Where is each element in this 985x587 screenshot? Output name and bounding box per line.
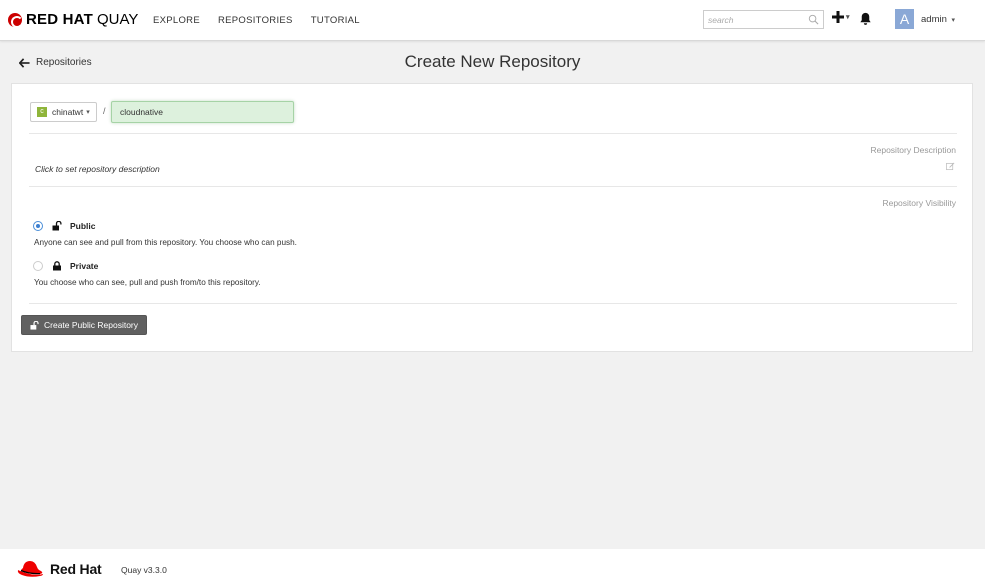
search-input[interactable] — [708, 14, 804, 26]
search-icon[interactable] — [808, 14, 819, 25]
repository-name-input[interactable] — [111, 101, 294, 123]
create-button-label: Create Public Repository — [44, 320, 139, 330]
private-option[interactable]: Private — [33, 261, 98, 271]
footer-brand: Red Hat — [50, 561, 102, 577]
notifications-bell-icon[interactable] — [858, 11, 873, 27]
namespace-label: chinatwt — [52, 107, 84, 117]
brand-logo-link[interactable]: RED HAT QUAY — [8, 11, 138, 28]
redhat-logo-icon — [8, 12, 23, 28]
public-description: Anyone can see and pull from this reposi… — [34, 238, 297, 247]
private-description: You choose who can see, pull and push fr… — [34, 278, 261, 287]
back-to-repositories-link[interactable]: Repositories — [19, 57, 92, 68]
create-repo-panel: c chinatwt ▾ / Repository Description Cl… — [11, 83, 973, 352]
public-title: Public — [70, 221, 96, 231]
repository-description-label: Repository Description — [870, 145, 956, 155]
main-nav: EXPLORE REPOSITORIES TUTORIAL — [153, 15, 360, 26]
divider — [29, 186, 957, 187]
footer: Red Hat Quay v3.3.0 — [0, 549, 985, 587]
user-name: admin — [921, 14, 947, 25]
nav-repositories[interactable]: REPOSITORIES — [218, 15, 293, 26]
redhat-hat-icon — [17, 561, 43, 577]
chevron-down-icon: ▾ — [846, 14, 850, 21]
divider — [29, 133, 957, 134]
top-navbar: RED HAT QUAY EXPLORE REPOSITORIES TUTORI… — [0, 0, 985, 41]
back-label: Repositories — [36, 57, 92, 68]
version-label: Quay v3.3.0 — [121, 565, 167, 575]
namespace-separator: / — [103, 106, 106, 116]
chevron-down-icon: ▾ — [86, 109, 90, 116]
brand-product: QUAY — [96, 11, 139, 28]
public-option[interactable]: Public — [33, 221, 96, 231]
namespace-avatar: c — [37, 107, 47, 117]
namespace-dropdown[interactable]: c chinatwt ▾ — [30, 102, 97, 122]
public-radio[interactable] — [33, 221, 43, 231]
user-avatar[interactable]: A — [895, 9, 914, 29]
unlock-icon — [30, 320, 39, 330]
unlock-icon — [52, 221, 62, 231]
nav-tutorial[interactable]: TUTORIAL — [311, 15, 360, 26]
set-description-link[interactable]: Click to set repository description — [35, 164, 160, 174]
create-repository-button[interactable]: Create Public Repository — [21, 315, 148, 335]
edit-icon[interactable] — [946, 162, 955, 171]
arrow-left-icon — [19, 57, 30, 68]
lock-icon — [53, 261, 61, 271]
search-box — [703, 10, 824, 29]
divider — [29, 303, 957, 304]
page-title: Create New Repository — [404, 52, 581, 71]
private-title: Private — [70, 261, 99, 271]
repository-visibility-label: Repository Visibility — [882, 198, 956, 208]
create-new-button[interactable]: ▾ — [832, 11, 850, 23]
chevron-down-icon: ▾ — [951, 17, 956, 24]
nav-explore[interactable]: EXPLORE — [153, 15, 200, 26]
plus-icon — [832, 11, 844, 23]
brand-name: RED HAT — [26, 11, 93, 28]
user-menu[interactable]: admin ▾ — [921, 14, 955, 25]
private-radio[interactable] — [33, 261, 43, 271]
